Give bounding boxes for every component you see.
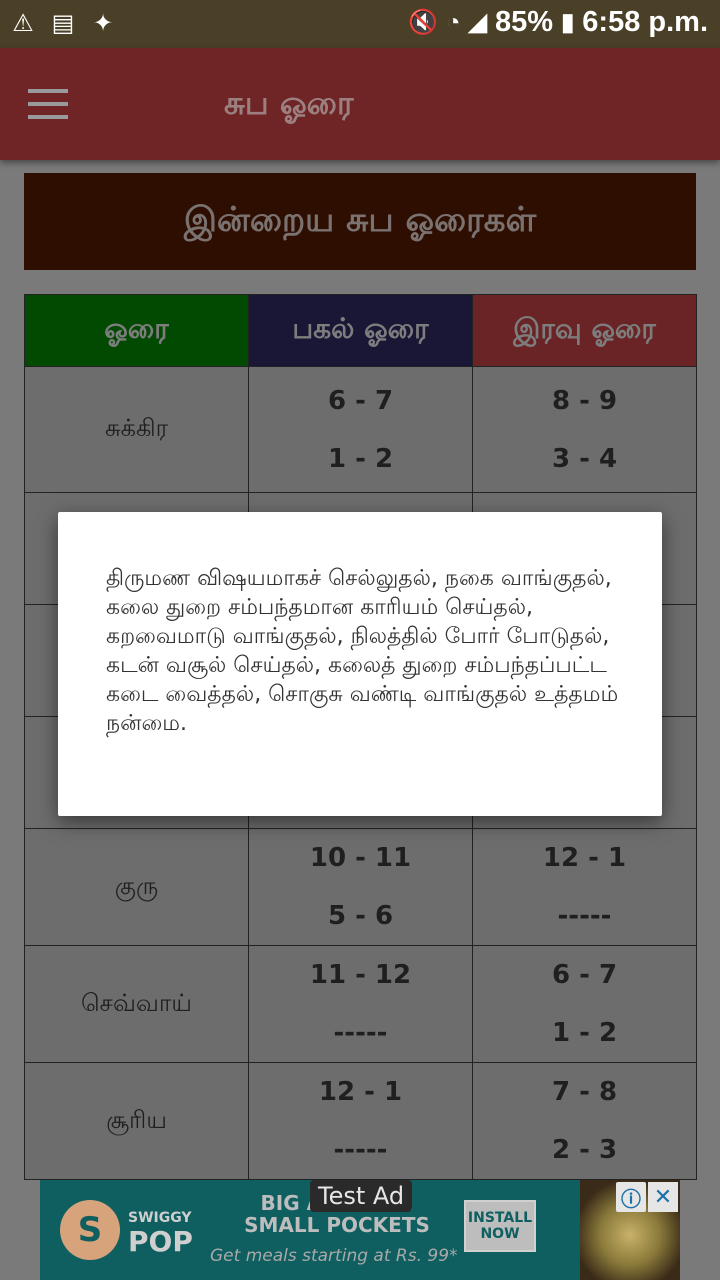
status-icons-left: ⚠ ▤ ✦ — [8, 8, 118, 38]
clock: 6:58 p.m. — [582, 6, 708, 38]
dialog-message: திருமண விஷயமாகச் செல்லுதல், நகை வாங்குதல… — [106, 566, 619, 736]
wifi-icon: ◔ — [446, 8, 461, 36]
warning-icon: ⚠ — [12, 9, 34, 37]
swiggy-logo-icon: S — [60, 1200, 120, 1260]
info-icon[interactable]: ⓘ — [616, 1182, 646, 1212]
battery-icon: ▮ — [561, 9, 575, 36]
install-now-button[interactable]: INSTALL NOW — [464, 1200, 536, 1252]
magic-wand-icon: ✦ — [92, 9, 114, 37]
document-icon: ▤ — [51, 9, 75, 37]
status-bar: ⚠ ▤ ✦ 🔇 ◔ ◢ 85% ▮ 6:58 p.m. — [0, 0, 720, 48]
status-icons-right: 🔇 ◔ ◢ 85% ▮ 6:58 p.m. — [408, 6, 708, 39]
ad-banner[interactable]: S SWIGGY POP BIG APPETITE SMALL POCKETS … — [40, 1180, 680, 1280]
info-dialog[interactable]: திருமண விஷயமாகச் செல்லுதல், நகை வாங்குதல… — [58, 512, 662, 816]
test-ad-label: Test Ad — [310, 1180, 413, 1212]
battery-percentage: 85% — [495, 6, 554, 38]
mute-icon: 🔇 — [408, 9, 439, 36]
signal-icon: ◢ — [468, 9, 488, 36]
ad-brand-big: POP — [128, 1225, 193, 1258]
ad-subtext: Get meals starting at Rs. 99* — [210, 1246, 458, 1266]
close-icon[interactable]: ✕ — [648, 1182, 678, 1212]
ad-brand: SWIGGY POP — [128, 1206, 193, 1258]
